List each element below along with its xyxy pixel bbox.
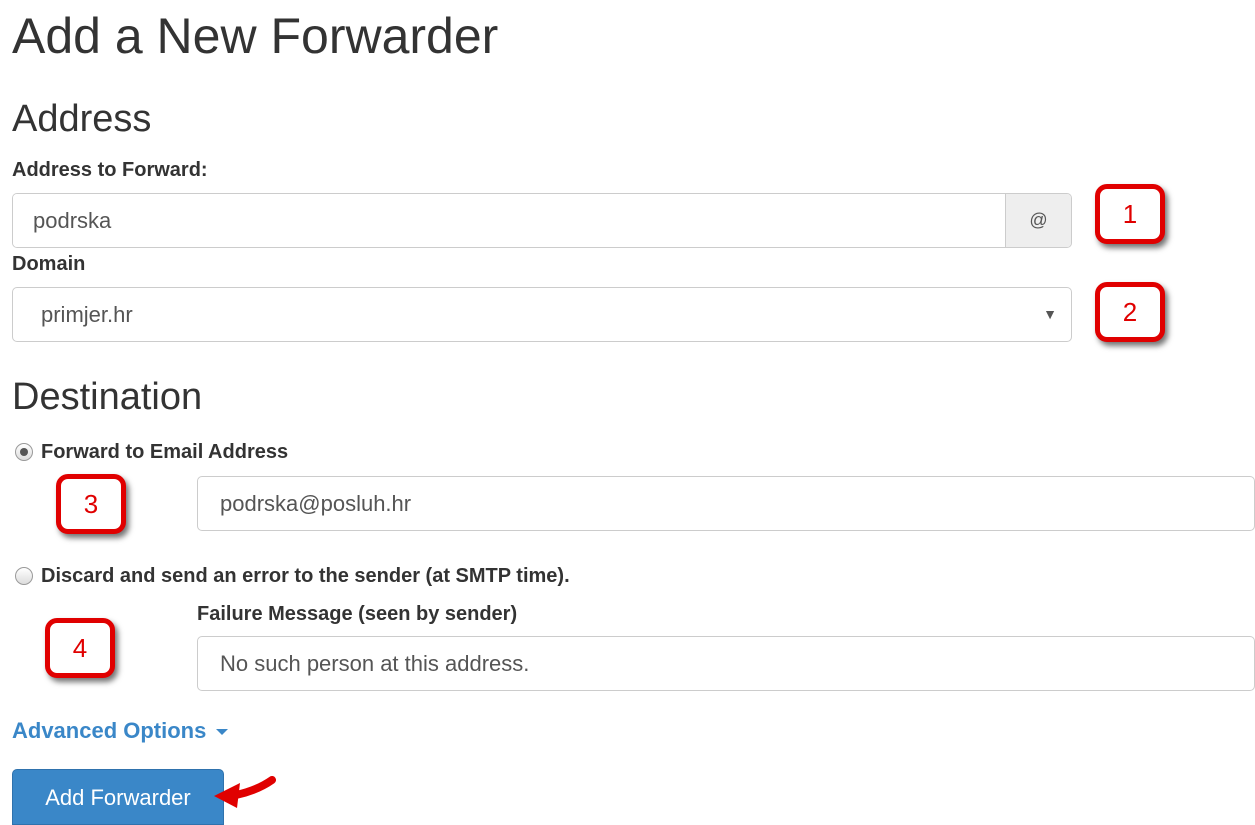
radio-discard[interactable] [15,567,33,585]
caret-down-icon [216,729,229,736]
add-forwarder-page: Add a New Forwarder Address Address to F… [0,0,1255,825]
forward-email-input[interactable] [197,476,1255,531]
address-to-forward-label: Address to Forward: [12,159,208,181]
address-to-forward-input[interactable] [13,194,1005,247]
address-input-group: @ [12,193,1072,248]
add-forwarder-button[interactable]: Add Forwarder [12,769,224,825]
radio-forward-email[interactable] [15,443,33,461]
discard-option-label[interactable]: Discard and send an error to the sender … [41,564,570,588]
annotation-badge-4: 4 [45,618,115,678]
annotation-badge-3: 3 [56,474,126,534]
chevron-down-icon: ▼ [1043,306,1057,322]
failure-message-label: Failure Message (seen by sender) [197,603,518,625]
domain-select-value: primjer.hr [41,302,133,327]
domain-select[interactable]: primjer.hr ▼ [12,287,1072,342]
radio-selected-dot [20,448,28,456]
advanced-options-label: Advanced Options [12,718,207,743]
page-title: Add a New Forwarder [12,8,499,64]
at-addon: @ [1005,194,1071,247]
annotation-badge-1: 1 [1095,184,1165,244]
annotation-badge-2: 2 [1095,282,1165,342]
forward-to-email-label[interactable]: Forward to Email Address [41,440,288,464]
advanced-options-link[interactable]: Advanced Options [12,718,229,744]
destination-heading: Destination [12,376,203,418]
address-heading: Address [12,98,152,140]
failure-message-input[interactable] [197,636,1255,691]
red-arrow-icon [214,776,276,808]
domain-label: Domain [12,253,86,275]
